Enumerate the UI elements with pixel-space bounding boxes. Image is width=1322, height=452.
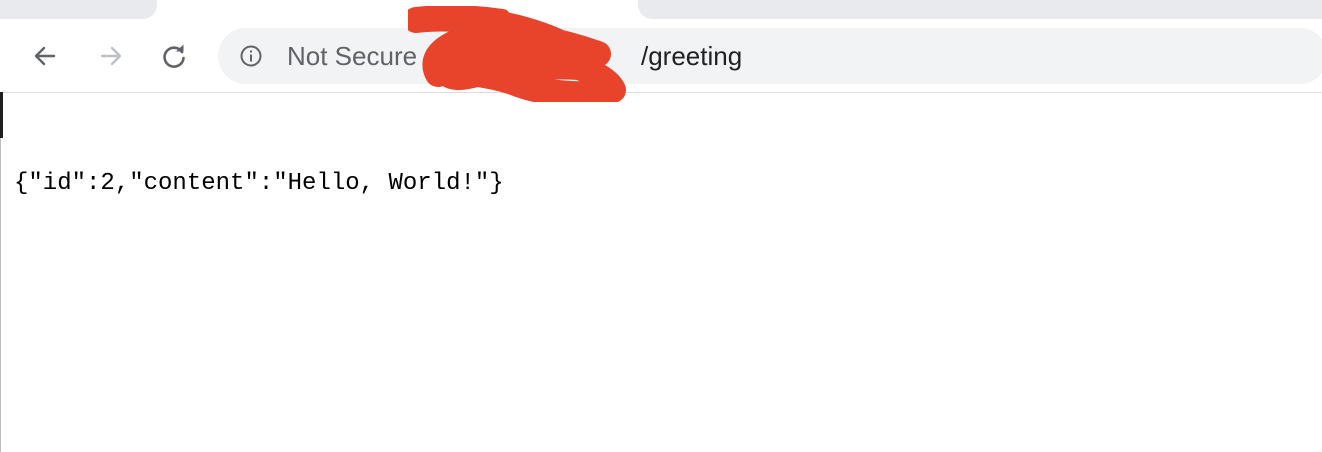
info-icon[interactable] <box>240 45 262 67</box>
forward-button[interactable] <box>93 38 129 74</box>
inactive-tab-left[interactable] <box>0 0 157 19</box>
browser-toolbar: Not Secure /greeting <box>0 6 1322 102</box>
page-body-text: {"id":2,"content":"Hello, World!"} <box>14 170 504 197</box>
reload-icon <box>163 44 185 68</box>
arrow-left-icon <box>34 46 56 66</box>
arrow-right-icon <box>100 46 122 66</box>
url-path[interactable]: /greeting <box>641 41 742 71</box>
window-border <box>0 138 1 452</box>
reload-button[interactable] <box>156 38 192 74</box>
tab-strip <box>0 0 1322 20</box>
security-status-label[interactable]: Not Secure <box>287 41 417 71</box>
back-button[interactable] <box>27 38 63 74</box>
inactive-tab-right[interactable] <box>638 0 1322 19</box>
redaction-scribble <box>408 6 626 102</box>
window-edge <box>0 92 3 138</box>
address-bar[interactable]: Not Secure /greeting <box>218 6 1322 102</box>
omnibox-separator <box>440 41 442 71</box>
